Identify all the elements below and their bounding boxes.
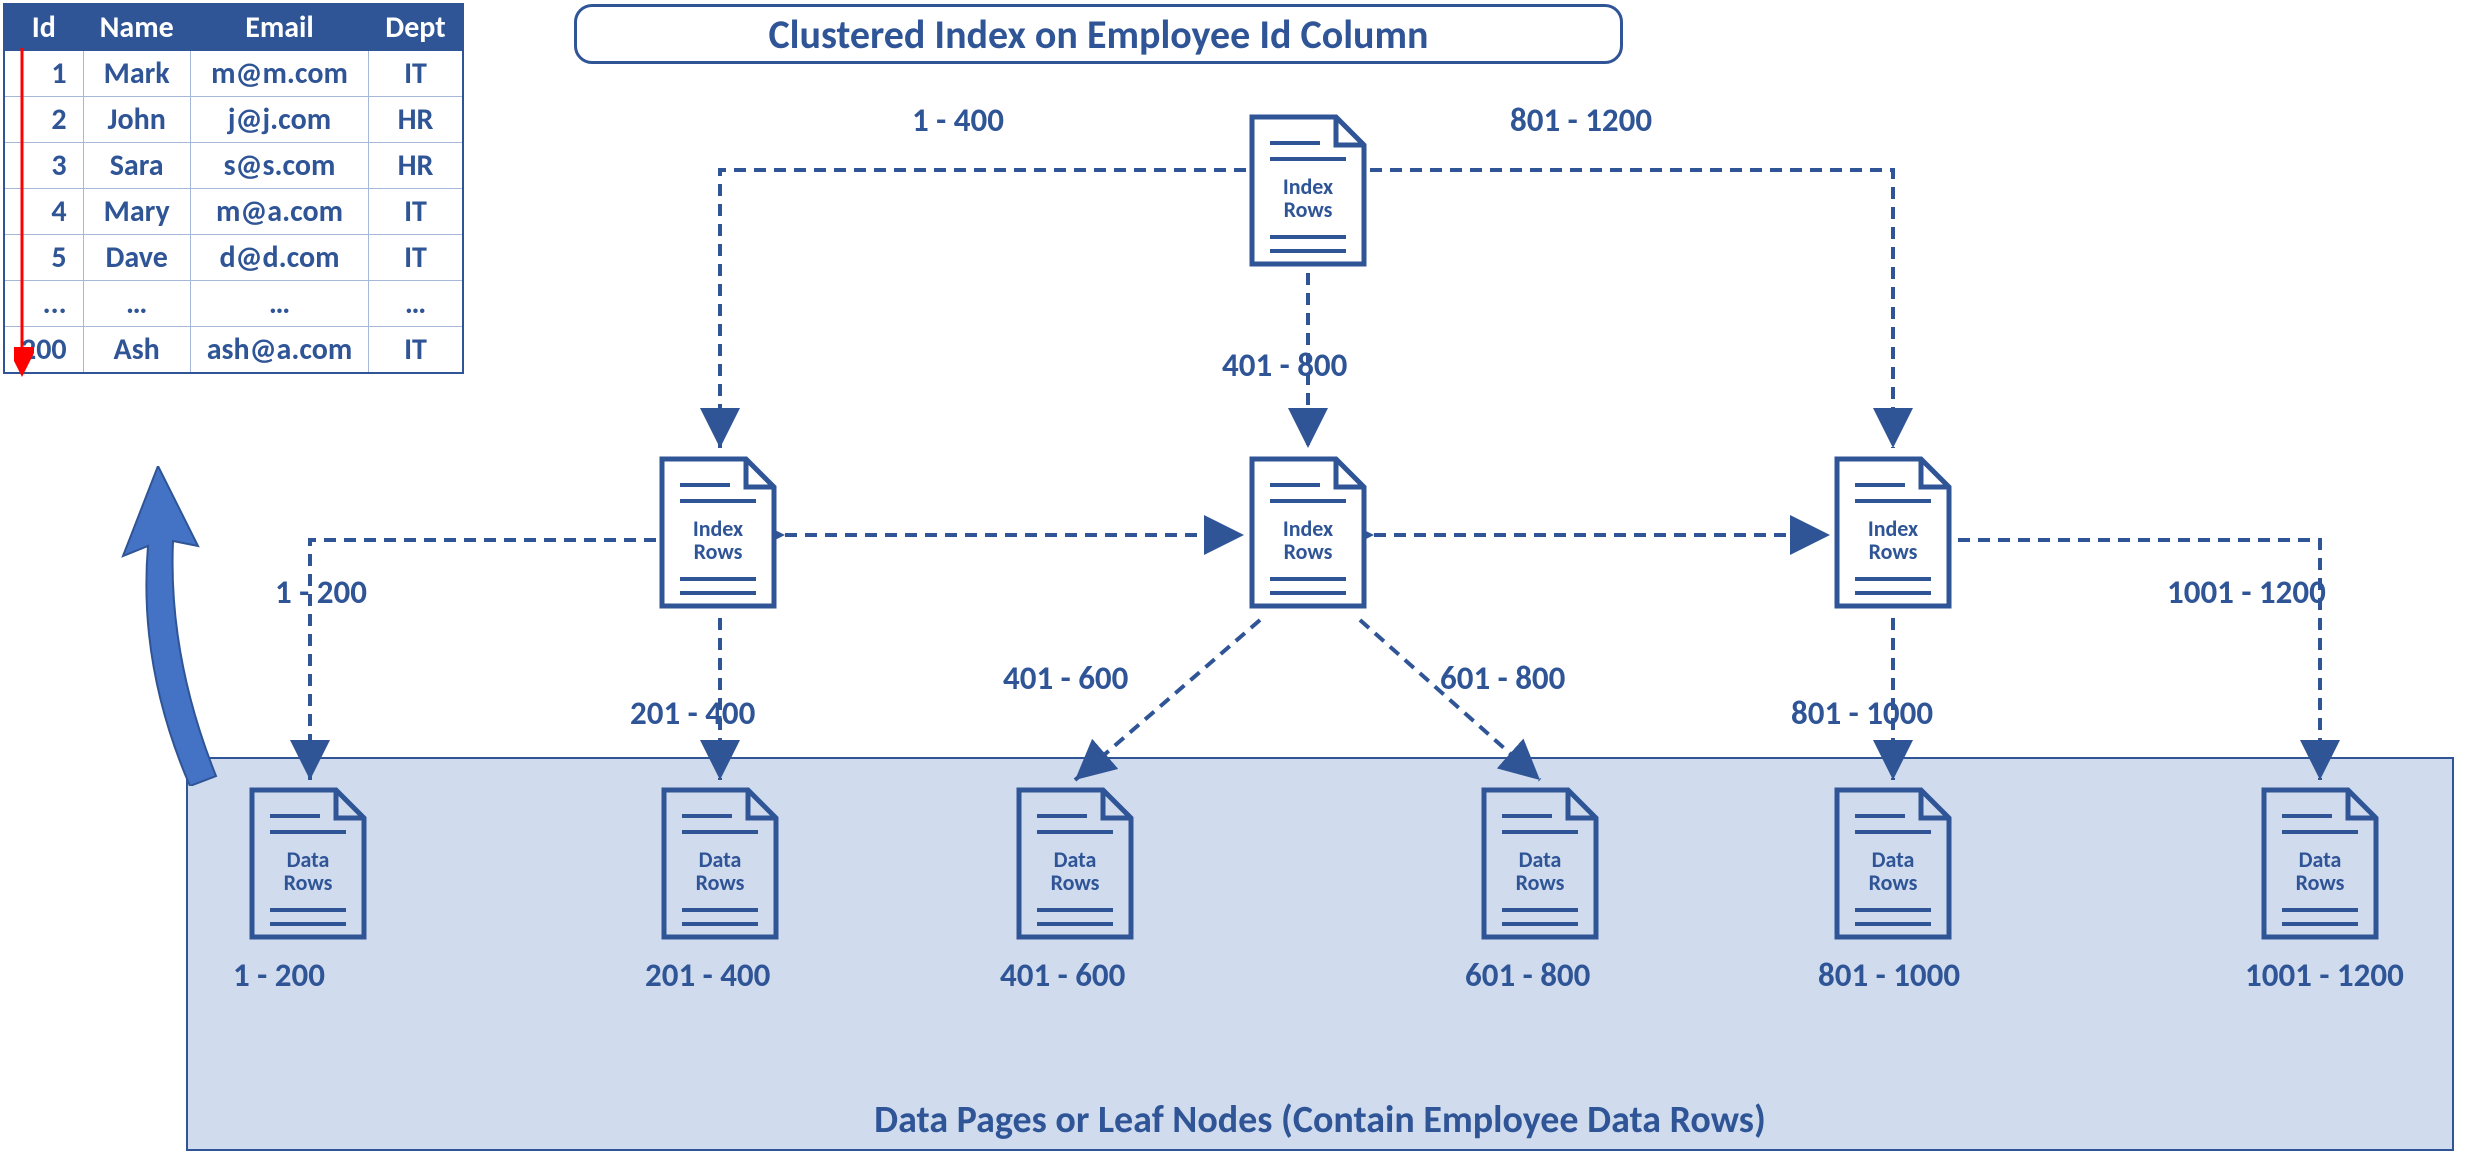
node-label: Rows [2296, 869, 2345, 896]
sort-arrow-icon [14, 48, 34, 378]
node-label: Rows [284, 869, 333, 896]
table-cell: m@m.com [190, 51, 369, 97]
leaf-range-label: 1001 - 1200 [2245, 955, 2404, 995]
leaf-range-label: 601 - 800 [1465, 955, 1590, 995]
leaf-range-label: 201 - 400 [645, 955, 770, 995]
range-label: 1001 - 1200 [2167, 572, 2326, 612]
leaf-data-node: DataRows [1480, 786, 1600, 941]
table-cell: … [369, 281, 463, 327]
mid-index-node: IndexRows [1248, 455, 1368, 610]
diagram-title: Clustered Index on Employee Id Column [574, 4, 1623, 64]
table-cell: d@d.com [190, 235, 369, 281]
leaf-data-node: DataRows [660, 786, 780, 941]
mid-index-node: IndexRows [1833, 455, 1953, 610]
leaf-caption: Data Pages or Leaf Nodes (Contain Employ… [188, 1097, 2452, 1143]
table-row: ...……… [4, 281, 463, 327]
table-cell: IT [369, 327, 463, 374]
leaf-data-node: DataRows [248, 786, 368, 941]
table-cell: Ash [83, 327, 190, 374]
table-cell: Dave [83, 235, 190, 281]
node-label: Rows [1284, 538, 1333, 565]
node-label: Rows [1284, 196, 1333, 223]
mid-index-node: IndexRows [658, 455, 778, 610]
range-label: 1 - 400 [912, 100, 1004, 140]
leaf-data-node: DataRows [1015, 786, 1135, 941]
range-label: 801 - 1200 [1510, 100, 1652, 140]
table-row: 2Johnj@j.comHR [4, 97, 463, 143]
table-cell: IT [369, 189, 463, 235]
table-cell: ash@a.com [190, 327, 369, 374]
table-row: 5Daved@d.comIT [4, 235, 463, 281]
leaf-range-label: 1 - 200 [233, 955, 325, 995]
node-label: Rows [1516, 869, 1565, 896]
table-cell: … [83, 281, 190, 327]
leaf-data-node: DataRows [1833, 786, 1953, 941]
node-label: Rows [1051, 869, 1100, 896]
table-cell: … [190, 281, 369, 327]
table-cell: m@a.com [190, 189, 369, 235]
table-cell: HR [369, 143, 463, 189]
table-row: 1Markm@m.comIT [4, 51, 463, 97]
col-dept: Dept [369, 4, 463, 51]
table-cell: s@s.com [190, 143, 369, 189]
table-cell: Mary [83, 189, 190, 235]
table-cell: HR [369, 97, 463, 143]
table-cell: IT [369, 51, 463, 97]
col-email: Email [190, 4, 369, 51]
node-label: Rows [694, 538, 743, 565]
node-label: Rows [1869, 869, 1918, 896]
range-label: 401 - 800 [1222, 345, 1347, 385]
range-label: 201 - 400 [630, 693, 755, 733]
table-row: 200Ashash@a.comIT [4, 327, 463, 374]
root-index-node: Index Rows [1248, 113, 1368, 268]
table-cell: Mark [83, 51, 190, 97]
employee-table: Id Name Email Dept 1Markm@m.comIT2Johnj@… [3, 3, 464, 374]
range-label: 1 - 200 [275, 572, 367, 612]
table-cell: Sara [83, 143, 190, 189]
node-label: Rows [696, 869, 745, 896]
range-label: 601 - 800 [1440, 658, 1565, 698]
table-row: 4Marym@a.comIT [4, 189, 463, 235]
table-cell: j@j.com [190, 97, 369, 143]
leaf-nodes-container: Data Pages or Leaf Nodes (Contain Employ… [186, 757, 2454, 1151]
table-row: 3Saras@s.comHR [4, 143, 463, 189]
leaf-data-node: DataRows [2260, 786, 2380, 941]
node-label: Rows [1869, 538, 1918, 565]
data-flow-arrow-icon [118, 466, 248, 786]
range-label: 801 - 1000 [1791, 693, 1933, 733]
col-name: Name [83, 4, 190, 51]
table-cell: John [83, 97, 190, 143]
col-id: Id [4, 4, 83, 51]
range-label: 401 - 600 [1003, 658, 1128, 698]
leaf-range-label: 801 - 1000 [1818, 955, 1960, 995]
table-cell: IT [369, 235, 463, 281]
leaf-range-label: 401 - 600 [1000, 955, 1125, 995]
